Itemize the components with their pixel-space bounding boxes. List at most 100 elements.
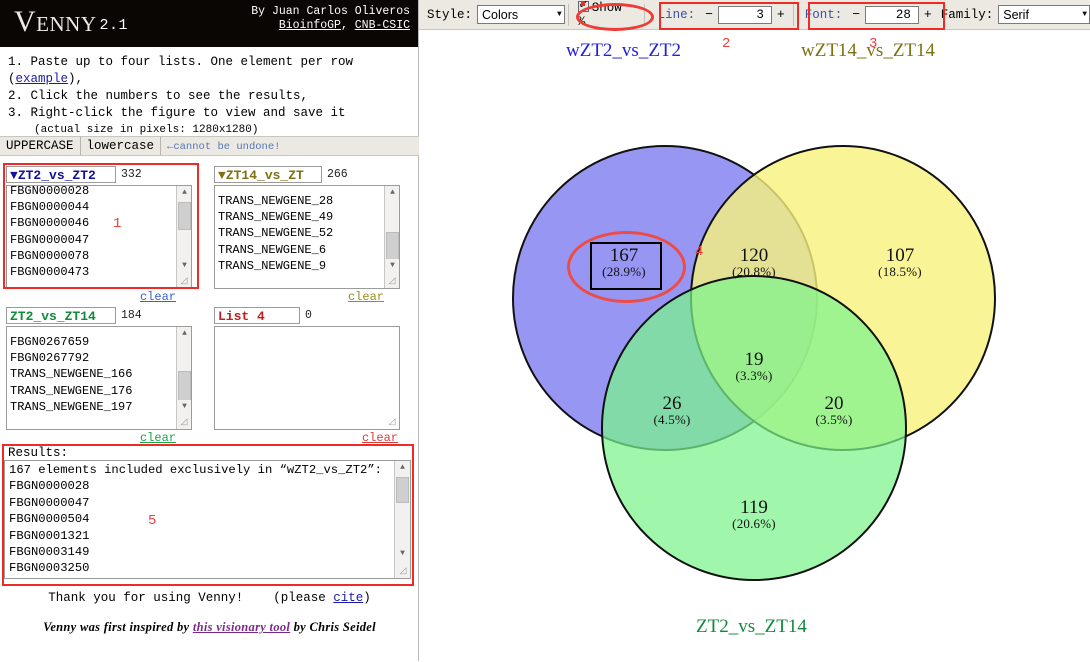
list-panel-1: ▼ZT2_vs_ZT2 332 FBGN0000028 FBGN0000044 F… [6,166,192,304]
list-panel-2: ▼ZT14_vs_ZT266 TRANS_NEWGENE_277 TRANS_N… [214,166,400,304]
scroll-down-icon[interactable]: ▼ [177,259,191,273]
list-1-scrollbar[interactable]: ▲ ▼ ◿ [176,186,191,288]
venn-region-ab-value: 120 [739,245,769,266]
credit-comma: , [340,19,355,32]
scroll-thumb[interactable] [386,232,399,262]
resize-grip-icon[interactable]: ◿ [386,416,398,428]
list-2-marker-icon: ▼ [218,168,226,183]
venn-svg [512,145,996,581]
line-decrement-button[interactable]: − [705,7,713,22]
scroll-up-icon[interactable]: ▲ [177,186,191,200]
family-select[interactable]: Serif ▼ [998,5,1090,24]
author-credit: By Juan Carlos Oliveros BioinfoGP, CNB-C… [251,5,410,33]
resize-grip-icon[interactable]: ◿ [396,564,410,578]
thanks-text: Thank you for using Venny! [48,591,244,605]
scroll-down-icon[interactable]: ▼ [177,400,191,414]
venn-region-abc[interactable]: 19 (3.3%) [714,350,794,383]
app-logo-text: Venny [14,5,97,38]
list-1-marker-icon: ▼ [10,168,18,183]
uppercase-button[interactable]: UPPERCASE [0,137,81,155]
instruction-step-3: 3. Right-click the figure to view and sa… [8,106,346,120]
annotation-number-4: 4 [695,244,704,260]
list-4-clear-link[interactable]: clear [214,431,400,445]
show-percent-toggle[interactable]: Show % [577,0,637,29]
author-name: By Juan Carlos Oliveros [251,5,410,18]
list-1-content: FBGN0000028 FBGN0000044 FBGN0000046 FBGN… [10,185,90,280]
results-scrollbar[interactable]: ▲ ▼ ◿ [394,461,410,578]
scroll-up-icon[interactable]: ▲ [177,327,191,341]
venn-region-ac-percent: (4.5%) [653,412,691,428]
style-select-value: Colors [482,7,519,22]
app-logo: Venny 2.1 [14,4,128,44]
scroll-thumb[interactable] [178,371,191,401]
example-link[interactable]: example [16,72,69,86]
annotation-number-1: 1 [113,216,122,232]
venn-region-bc-value: 20 [824,393,844,414]
list-2-scrollbar[interactable]: ▲ ▼ ◿ [384,186,399,288]
app-version: 2.1 [99,17,129,34]
font-size-input[interactable]: 28 [865,5,919,24]
results-textarea[interactable]: 167 elements included exclusively in “wZ… [4,460,411,579]
list-4-textarea[interactable]: ◿ [214,326,400,430]
list-1-clear-link[interactable]: clear [6,290,192,304]
venn-region-ab[interactable]: 120 (20.8%) [714,246,794,279]
list-3-scrollbar[interactable]: ▲ ▼ ◿ [176,327,191,429]
font-decrement-button[interactable]: − [852,7,860,22]
case-toolbar: UPPERCASE lowercase ←cannot be undone! [0,136,419,156]
style-select[interactable]: Colors ▼ [477,5,565,24]
scroll-thumb[interactable] [178,202,191,230]
instructions: 1. Paste up to four lists. One element p… [0,47,418,141]
list-3-textarea[interactable]: FBGN0267499 FBGN0267659 FBGN0267792 TRAN… [6,326,192,430]
list-1-title[interactable]: ▼ZT2_vs_ZT2 [6,166,116,183]
scroll-up-icon[interactable]: ▲ [385,186,399,200]
bioinfogp-link[interactable]: BioinfoGP [279,19,341,32]
list-3-title[interactable]: ZT2_vs_ZT14 [6,307,116,324]
thanks-line: Thank you for using Venny! (please cite) [0,591,419,605]
venn-region-c[interactable]: 119 (20.6%) [714,498,794,531]
venn-region-b-percent: (18.5%) [878,264,922,280]
cite-link[interactable]: cite [333,591,363,605]
scroll-down-icon[interactable]: ▼ [385,259,399,273]
list-3-clear-link[interactable]: clear [6,431,192,445]
venn-region-ac[interactable]: 26 (4.5%) [632,394,712,427]
lowercase-button[interactable]: lowercase [80,137,162,155]
resize-grip-icon[interactable]: ◿ [177,274,191,288]
line-increment-button[interactable]: + [777,7,785,22]
list-2-title[interactable]: ▼ZT14_vs_ZT [214,166,322,183]
app-header: Venny 2.1 By Juan Carlos Oliveros Bioinfo… [0,0,418,47]
list-4-count: 0 [305,309,312,322]
resize-grip-icon[interactable]: ◿ [385,274,399,288]
please-text-a: (please [273,591,334,605]
venny-app: Venny 2.1 By Juan Carlos Oliveros Bioinfo… [0,0,1090,661]
line-width-input[interactable]: 3 [717,5,772,24]
venn-region-b[interactable]: 107 (18.5%) [860,246,940,279]
visionary-tool-link[interactable]: this visionary tool [193,620,290,634]
line-label: Line: [657,7,696,22]
venn-region-abc-percent: (3.3%) [735,368,773,384]
scroll-down-icon[interactable]: ▼ [395,547,410,561]
annotation-number-2: 2 [722,36,731,52]
list-4-title[interactable]: List 4 [214,307,300,324]
font-increment-button[interactable]: + [924,7,932,22]
instruction-step-2: 2. Click the numbers to see the results, [8,89,309,103]
venn-region-c-percent: (20.6%) [732,516,776,532]
list-4-title-text: List 4 [218,309,265,324]
venn-region-ac-value: 26 [662,393,682,414]
venn-label-set-c: ZT2_vs_ZT14 [696,616,807,637]
toolbar-divider-3 [792,3,794,26]
scroll-thumb[interactable] [396,477,409,503]
scroll-up-icon[interactable]: ▲ [395,461,410,475]
list-2-title-text: ZT14_vs_ZT [225,168,304,183]
venn-diagram[interactable]: wZT2_vs_ZT2 wZT14_vs_ZT14 ZT2_vs_ZT14 16… [419,30,1090,662]
list-2-textarea[interactable]: TRANS_NEWGENE_277 TRANS_NEWGENE_28 TRANS… [214,185,400,289]
cnb-csic-link[interactable]: CNB-CSIC [355,19,410,32]
list-2-clear-link[interactable]: clear [214,290,400,304]
resize-grip-icon[interactable]: ◿ [177,415,191,429]
venn-region-bc[interactable]: 20 (3.5%) [794,394,874,427]
results-content: 167 elements included exclusively in “wZ… [9,463,382,578]
venn-region-a[interactable]: 167 (28.9%) [584,246,664,279]
checkbox-icon[interactable] [577,0,589,12]
list-3-title-text: ZT2_vs_ZT14 [10,309,96,324]
venn-circle-set-c[interactable] [601,275,907,581]
list-1-textarea[interactable]: FBGN0000028 FBGN0000044 FBGN0000046 FBGN… [6,185,192,289]
